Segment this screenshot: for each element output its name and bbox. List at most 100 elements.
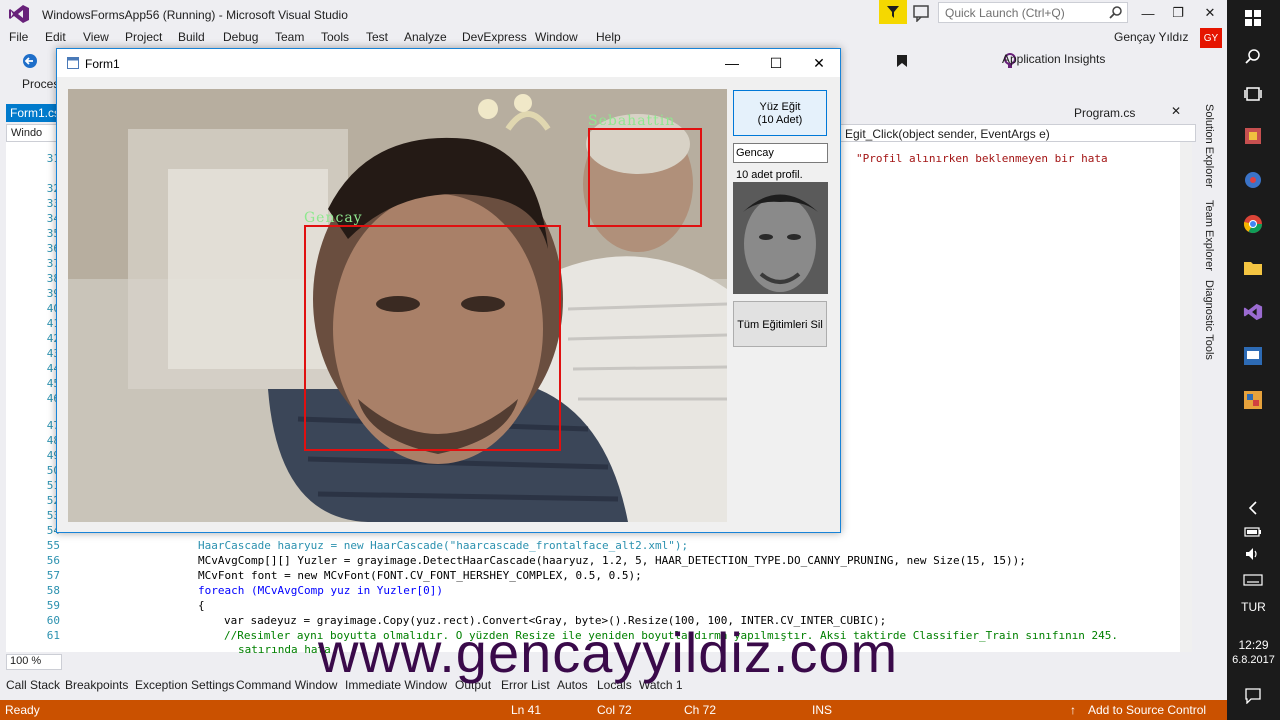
restore-button[interactable]: ❐	[1163, 0, 1193, 26]
tools-app-icon[interactable]	[1241, 124, 1265, 148]
tab-team-explorer[interactable]: Team Explorer	[1203, 200, 1215, 271]
line-number: 60	[46, 614, 60, 627]
line-number: 42	[46, 332, 60, 345]
menu-debug[interactable]: Debug	[223, 30, 258, 44]
grayscale-face-image	[733, 182, 828, 294]
chevron-left-icon[interactable]	[1241, 496, 1265, 520]
add-to-source-control-button[interactable]: Add to Source Control	[1088, 703, 1206, 717]
line-number: 40	[46, 302, 60, 315]
menu-view[interactable]: View	[83, 30, 109, 44]
visual-studio-logo-icon	[9, 5, 29, 23]
visual-studio-taskbar-icon[interactable]	[1241, 300, 1265, 324]
method-dropdown[interactable]: Egit_Click(object sender, EventArgs e)	[845, 127, 1050, 141]
navigate-back-icon[interactable]	[22, 53, 38, 69]
trained-face-preview	[733, 182, 828, 294]
vs-title-bar: WindowsFormsApp56 (Running) - Microsoft …	[0, 0, 1227, 28]
snipping-tool-icon[interactable]	[1241, 168, 1265, 192]
paint-app-icon[interactable]	[1241, 388, 1265, 412]
line-number: 39	[46, 287, 60, 300]
action-center-icon[interactable]	[1241, 684, 1265, 708]
menu-analyze[interactable]: Analyze	[404, 30, 447, 44]
minimize-button[interactable]: —	[1133, 0, 1163, 26]
menu-window[interactable]: Window	[535, 30, 578, 44]
task-view-icon[interactable]	[1241, 82, 1265, 106]
zoom-dropdown[interactable]: 100 %	[6, 654, 62, 670]
input-language[interactable]: TUR	[1227, 600, 1280, 614]
form1-title-bar: Form1 — ☐ ✕	[57, 49, 840, 77]
window-title: WindowsFormsApp56 (Running) - Microsoft …	[42, 8, 348, 22]
status-insert-mode: INS	[812, 703, 833, 717]
chrome-icon[interactable]	[1241, 212, 1265, 236]
line-number: 59	[46, 599, 60, 612]
tab-diagnostic-tools[interactable]: Diagnostic Tools	[1203, 280, 1215, 360]
line-number: 51	[46, 479, 60, 492]
class-dropdown[interactable]: Windo	[11, 127, 42, 139]
menu-help[interactable]: Help	[596, 30, 621, 44]
editor-scrollbar[interactable]	[1180, 142, 1192, 652]
winforms-app-icon[interactable]	[1241, 344, 1265, 368]
user-name[interactable]: Gençay Yıldız	[1114, 30, 1188, 44]
face-detection-box	[588, 128, 702, 227]
line-number: 37	[46, 257, 60, 270]
windows-start-icon[interactable]	[1241, 6, 1265, 30]
status-bar: Ready Ln 41 Col 72 Ch 72 INS ↑ Add to So…	[0, 700, 1227, 720]
tab-breakpoints[interactable]: Breakpoints	[65, 678, 128, 692]
code-line-61-wrap: satırında hata	[238, 643, 331, 656]
train-face-button[interactable]: Yüz Eğit (10 Adet)	[733, 90, 827, 136]
line-number: 58	[46, 584, 60, 597]
code-line-55: HaarCascade haaryuz = new HaarCascade("h…	[198, 539, 689, 552]
line-number: 35	[46, 227, 60, 240]
line-number: 34	[46, 212, 60, 225]
file-explorer-icon[interactable]	[1241, 256, 1265, 280]
menu-bar: File Edit View Project Build Debug Team …	[0, 28, 1227, 48]
line-number: 49	[46, 449, 60, 462]
form1-maximize-button[interactable]: ☐	[754, 49, 798, 77]
menu-build[interactable]: Build	[178, 30, 205, 44]
tab-exception-settings[interactable]: Exception Settings	[135, 678, 234, 692]
arrow-up-icon: ↑	[1070, 703, 1076, 717]
code-line-59: {	[198, 599, 205, 612]
line-number: 44	[46, 362, 60, 375]
menu-test[interactable]: Test	[366, 30, 388, 44]
close-tab-icon[interactable]: ✕	[1171, 104, 1181, 118]
search-icon[interactable]	[1241, 44, 1265, 68]
keyboard-icon[interactable]	[1241, 568, 1265, 592]
delete-all-training-button[interactable]: Tüm Eğitimleri Sil	[733, 301, 827, 347]
tab-program-cs[interactable]: Program.cs	[1074, 106, 1135, 120]
line-number: 53	[46, 509, 60, 522]
feedback-icon[interactable]	[912, 4, 932, 22]
menu-team[interactable]: Team	[275, 30, 304, 44]
menu-project[interactable]: Project	[125, 30, 162, 44]
status-column: Col 72	[597, 703, 632, 717]
line-number: 31	[46, 152, 60, 165]
clock-date[interactable]: 6.8.2017	[1227, 654, 1280, 666]
menu-edit[interactable]: Edit	[45, 30, 66, 44]
form1-close-button[interactable]: ✕	[797, 49, 841, 77]
line-number: 50	[46, 464, 60, 477]
line-number: 43	[46, 347, 60, 360]
application-insights-button[interactable]: Application Insights	[1002, 52, 1105, 66]
face-label: Sebahattin	[588, 113, 676, 129]
tab-solution-explorer[interactable]: Solution Explorer	[1203, 104, 1215, 188]
battery-icon[interactable]	[1241, 520, 1265, 544]
line-number: 61	[46, 629, 60, 642]
bookmark-icon[interactable]	[896, 54, 908, 68]
form1-minimize-button[interactable]: —	[710, 49, 754, 77]
line-number: 32	[46, 182, 60, 195]
name-input[interactable]: Gencay	[733, 143, 828, 163]
search-icon	[1109, 6, 1122, 19]
volume-icon[interactable]	[1241, 542, 1265, 566]
clock-time[interactable]: 12:29	[1227, 638, 1280, 652]
menu-tools[interactable]: Tools	[321, 30, 349, 44]
menu-file[interactable]: File	[9, 30, 28, 44]
line-number: 41	[46, 317, 60, 330]
tab-call-stack[interactable]: Call Stack	[6, 678, 60, 692]
menu-devexpress[interactable]: DevExpress	[462, 30, 527, 44]
close-button[interactable]: ✕	[1195, 0, 1225, 26]
avatar[interactable]: GY	[1200, 28, 1222, 48]
quick-launch-input[interactable]: Quick Launch (Ctrl+Q)	[938, 2, 1128, 23]
line-number: 52	[46, 494, 60, 507]
filter-icon[interactable]	[879, 0, 907, 24]
line-number: 33	[46, 197, 60, 210]
line-number: 48	[46, 434, 60, 447]
